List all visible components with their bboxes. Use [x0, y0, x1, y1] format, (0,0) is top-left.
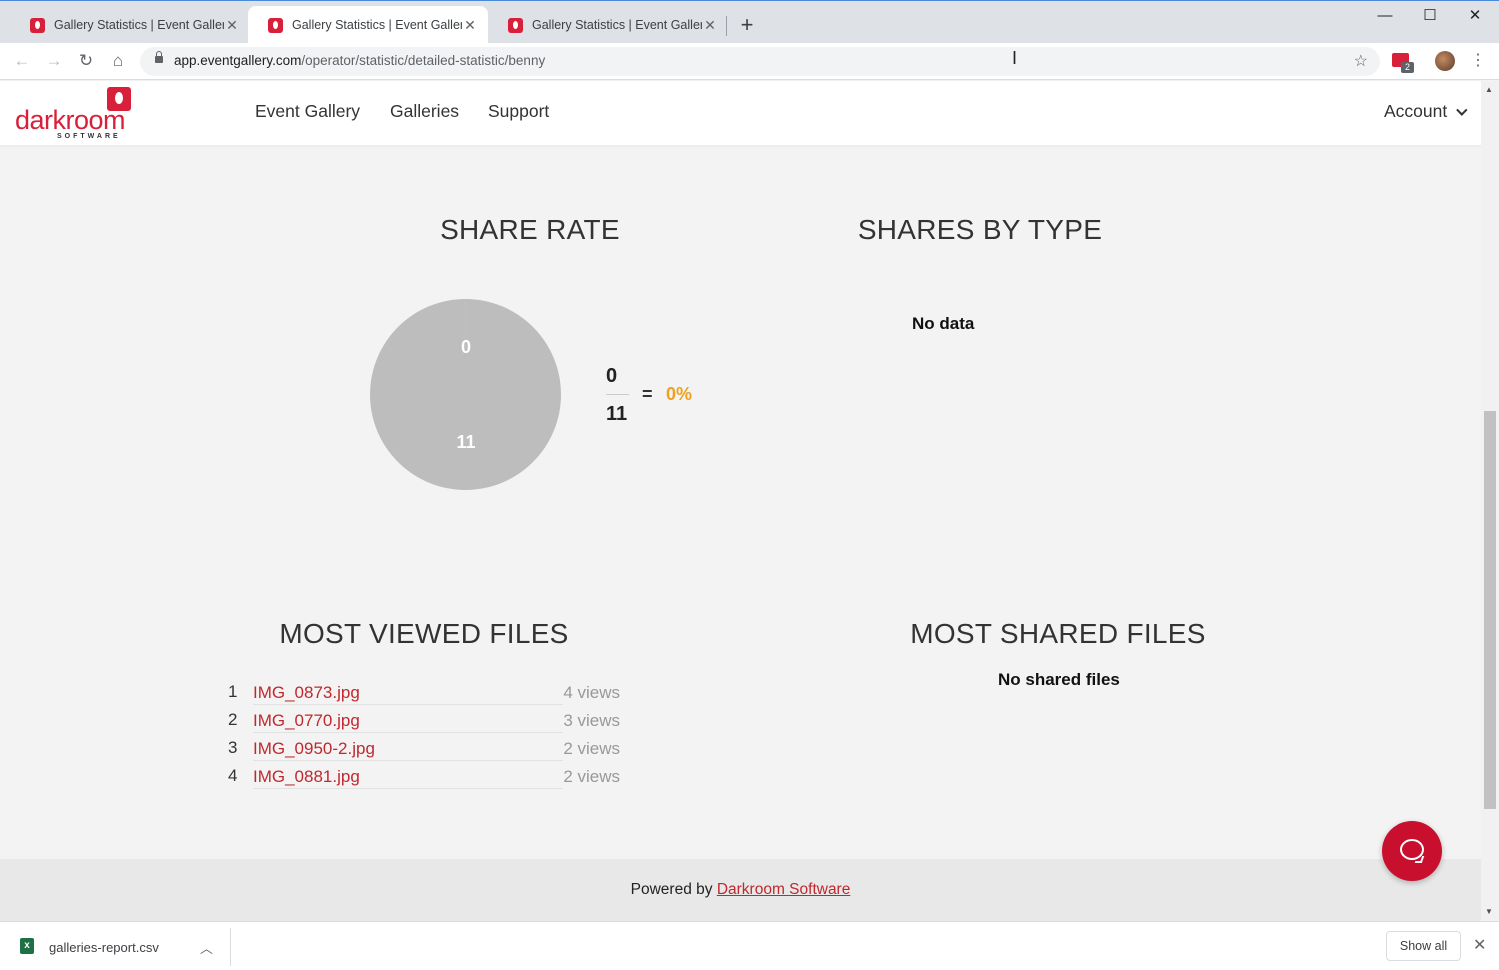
- most-shared-empty: No shared files: [998, 670, 1120, 689]
- url-path: /operator/statistic/detailed-statistic/b…: [301, 53, 546, 68]
- file-rank: 4: [228, 766, 238, 785]
- text-cursor-icon: I: [1012, 48, 1018, 68]
- file-link[interactable]: IMG_0950-2.jpg: [253, 739, 375, 759]
- url-text[interactable]: app.eventgallery.com/operator/statistic/…: [174, 53, 545, 68]
- kebab-menu-icon[interactable]: ⋮: [1470, 50, 1486, 70]
- browser-tab-3[interactable]: Gallery Statistics | Event Gallery ✕: [488, 6, 728, 44]
- logo-subtitle: SOFTWARE: [57, 133, 121, 140]
- darkroom-logo[interactable]: darkroom SOFTWARE: [15, 87, 131, 141]
- nav-galleries[interactable]: Galleries: [390, 101, 459, 122]
- download-bar-close-icon[interactable]: ✕: [1473, 935, 1486, 955]
- row-divider: [253, 732, 563, 733]
- browser-toolbar: ← → ↻ ⌂ app.eventgallery.com/operator/st…: [0, 43, 1499, 80]
- browser-tab-2[interactable]: Gallery Statistics | Event Gallery ✕: [248, 6, 488, 44]
- back-arrow-icon[interactable]: ←: [10, 49, 34, 73]
- download-divider: [230, 928, 231, 966]
- tab-divider: [726, 16, 727, 36]
- file-views: 3 views: [563, 711, 620, 730]
- shares-by-type-empty: No data: [912, 314, 975, 333]
- share-numerator: 0: [606, 365, 618, 387]
- maximize-button[interactable]: ☐: [1407, 5, 1453, 29]
- list-item: 2 IMG_0770.jpg 3 views: [228, 710, 620, 738]
- powered-by: Powered by Darkroom Software: [0, 881, 1481, 899]
- equals-sign: =: [642, 384, 653, 404]
- browser-tab-1[interactable]: Gallery Statistics | Event Gallery ✕: [10, 6, 250, 44]
- file-rank: 1: [228, 682, 238, 701]
- chat-bubble-tail: [1414, 856, 1425, 863]
- tab-title: Gallery Statistics | Event Gallery: [292, 18, 462, 32]
- lock-icon: [155, 51, 163, 63]
- tab-title: Gallery Statistics | Event Gallery: [532, 18, 702, 32]
- file-views: 2 views: [563, 739, 620, 758]
- tab-close-icon[interactable]: ✕: [224, 17, 240, 34]
- darkroom-favicon-icon: [268, 17, 283, 33]
- tab-close-icon[interactable]: ✕: [462, 17, 478, 34]
- download-bar: x galleries-report.csv ︿ Show all ✕: [0, 921, 1499, 970]
- new-tab-button[interactable]: +: [736, 14, 758, 36]
- file-views: 2 views: [563, 767, 620, 786]
- address-bar[interactable]: app.eventgallery.com/operator/statistic/…: [140, 47, 1380, 76]
- pie-label-shared: 0: [460, 337, 471, 357]
- row-divider: [253, 760, 563, 761]
- account-menu[interactable]: Account: [1384, 101, 1468, 122]
- list-item: 3 IMG_0950-2.jpg 2 views: [228, 738, 620, 766]
- show-all-button[interactable]: Show all: [1386, 931, 1461, 961]
- file-rank: 2: [228, 710, 238, 729]
- file-link[interactable]: IMG_0770.jpg: [253, 711, 360, 731]
- forward-arrow-icon[interactable]: →: [42, 49, 66, 73]
- share-percent: 0%: [666, 384, 693, 404]
- most-viewed-title: MOST VIEWED FILES: [279, 618, 569, 649]
- reload-icon[interactable]: ↻: [74, 49, 98, 73]
- darkroom-favicon-icon: [508, 17, 523, 33]
- logo-wordmark: darkroom: [15, 105, 126, 135]
- shares-by-type-title: SHARES BY TYPE: [857, 214, 1103, 245]
- share-rate-title: SHARE RATE: [440, 214, 620, 245]
- home-icon[interactable]: ⌂: [106, 49, 130, 73]
- scroll-up-icon[interactable]: ▲: [1485, 85, 1493, 94]
- share-denominator: 11: [606, 403, 628, 425]
- extension-badge: 2: [1401, 62, 1414, 73]
- profile-avatar[interactable]: [1435, 51, 1455, 71]
- browser-tabstrip: Gallery Statistics | Event Gallery ✕ Gal…: [0, 0, 1499, 44]
- darkroom-favicon-icon: [30, 17, 45, 33]
- nav-event-gallery[interactable]: Event Gallery: [255, 101, 360, 122]
- scroll-down-icon[interactable]: ▼: [1485, 907, 1493, 916]
- minimize-button[interactable]: —: [1362, 5, 1408, 29]
- window-close-button[interactable]: ✕: [1452, 5, 1498, 29]
- row-divider: [253, 788, 563, 789]
- site-footer: Powered by Darkroom Software: [0, 859, 1481, 921]
- tab-title: Gallery Statistics | Event Gallery: [54, 18, 224, 32]
- account-label: Account: [1384, 101, 1448, 121]
- chevron-down-icon: [1456, 104, 1468, 116]
- most-shared-title: MOST SHARED FILES: [910, 618, 1206, 649]
- chevron-up-icon[interactable]: ︿: [200, 938, 213, 957]
- site-header: darkroom SOFTWARE Event Gallery Gallerie…: [0, 81, 1481, 145]
- bookmark-star-icon[interactable]: ☆: [1354, 51, 1368, 71]
- row-divider: [253, 704, 563, 705]
- url-host: app.eventgallery.com: [174, 53, 302, 68]
- list-item: 4 IMG_0881.jpg 2 views: [228, 766, 620, 794]
- file-link[interactable]: IMG_0881.jpg: [253, 767, 360, 787]
- tab-close-icon[interactable]: ✕: [702, 17, 718, 34]
- download-filename[interactable]: galleries-report.csv: [49, 940, 159, 955]
- fraction-divider: [606, 394, 629, 395]
- file-rank: 3: [228, 738, 238, 757]
- list-item: 1 IMG_0873.jpg 4 views: [228, 682, 620, 710]
- powered-by-label: Powered by: [630, 881, 713, 898]
- chat-button[interactable]: [1382, 821, 1442, 881]
- file-views: 4 views: [563, 683, 620, 702]
- file-link[interactable]: IMG_0873.jpg: [253, 683, 360, 703]
- excel-file-icon: x: [20, 938, 34, 954]
- nav-support[interactable]: Support: [488, 101, 549, 122]
- darkroom-software-link[interactable]: Darkroom Software: [717, 881, 851, 898]
- scroll-thumb[interactable]: [1484, 411, 1496, 809]
- pie-label-not-shared: 11: [456, 432, 476, 452]
- page-scrollbar[interactable]: ▲ ▼: [1481, 81, 1499, 921]
